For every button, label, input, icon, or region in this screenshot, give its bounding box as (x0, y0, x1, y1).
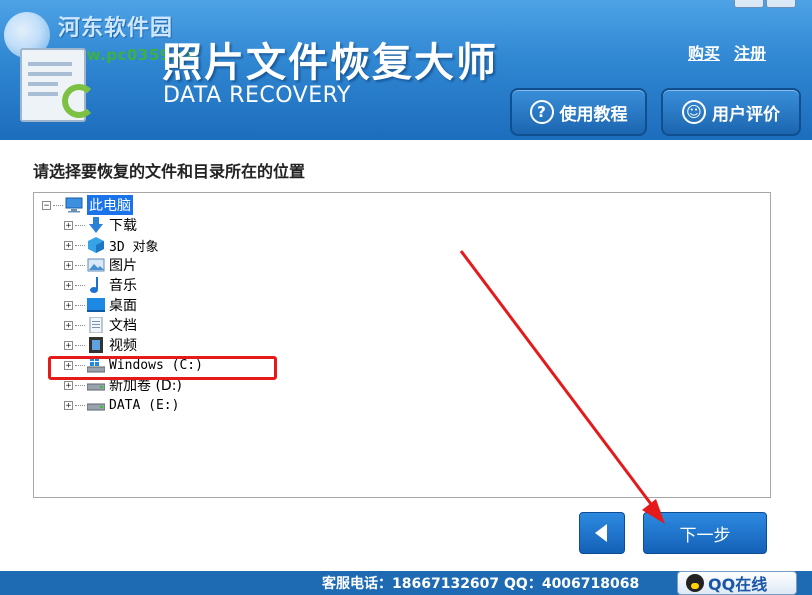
annotation-highlight-box (48, 356, 277, 380)
collapse-toggle[interactable]: − (42, 200, 51, 210)
drive-icon (86, 397, 106, 413)
tutorial-button[interactable]: ? 使用教程 (510, 88, 647, 136)
tree-item-desktop[interactable]: + 桌面 (64, 295, 137, 315)
app-title: 照片文件恢复大师 (162, 40, 498, 86)
footer-bar: 客服电话：18667132607 QQ：4006718068 QQ在线 (0, 571, 812, 595)
tree-item-data-e-drive[interactable]: + DATA (E:) (64, 395, 179, 415)
user-review-button[interactable]: ☺ 用户评价 (661, 88, 801, 136)
expand-toggle[interactable]: + (64, 300, 73, 310)
tree-item-label: 音乐 (109, 278, 137, 294)
register-link[interactable]: 注册 (734, 44, 766, 63)
document-icon (87, 316, 105, 334)
tree-item-label: 下载 (109, 218, 137, 234)
computer-icon (65, 197, 83, 213)
tree-item-label: DATA (E:) (109, 397, 180, 413)
qq-online-label: QQ在线 (708, 575, 768, 594)
tree-item-label: 文档 (109, 318, 137, 334)
tutorial-button-label: 使用教程 (559, 104, 628, 125)
expand-toggle[interactable]: + (64, 220, 73, 230)
expand-toggle[interactable]: + (64, 340, 73, 350)
app-subtitle: DATA RECOVERY (163, 83, 351, 108)
tree-item-3d-objects[interactable]: + 3D 对象 (64, 235, 158, 255)
next-step-button[interactable]: 下一步 (643, 512, 767, 554)
buy-link[interactable]: 购买 (688, 44, 720, 63)
minimize-button[interactable] (734, 0, 764, 8)
expand-toggle[interactable]: + (64, 400, 73, 410)
tree-item-label: 3D 对象 (109, 239, 159, 255)
video-icon (87, 337, 105, 353)
tree-item-label: 视频 (109, 338, 137, 354)
tree-item-videos[interactable]: + 视频 (64, 335, 137, 355)
tree-item-label: 图片 (109, 258, 137, 274)
header-links: 购买 注册 (688, 40, 780, 64)
download-arrow-icon (87, 217, 105, 233)
close-button[interactable] (766, 0, 796, 8)
expand-toggle[interactable]: + (64, 380, 73, 390)
expand-toggle[interactable]: + (64, 320, 73, 330)
tree-item-documents[interactable]: + 文档 (64, 315, 137, 335)
3d-objects-icon (87, 237, 105, 253)
tree-item-label: 桌面 (109, 298, 137, 314)
tree-item-pictures[interactable]: + 图片 (64, 255, 137, 275)
help-question-icon: ? (529, 100, 554, 124)
music-note-icon (87, 277, 105, 293)
qq-online-button[interactable]: QQ在线 (677, 571, 797, 595)
qq-penguin-icon (686, 574, 704, 592)
watermark-site-name: 河东软件园 (58, 16, 174, 41)
contact-info: 客服电话：18667132607 QQ：4006718068 (322, 576, 640, 592)
back-button[interactable] (579, 512, 625, 554)
user-review-button-label: 用户评价 (712, 104, 780, 125)
desktop-icon (87, 297, 105, 313)
directory-tree[interactable]: − 此电脑 + 下载 + 3D 对象 + 图片 + 音乐 + 桌面 + 文档 +… (33, 192, 771, 498)
expand-toggle[interactable]: + (64, 280, 73, 290)
expand-toggle[interactable]: + (64, 260, 73, 270)
tree-root-label: 此电脑 (87, 195, 133, 215)
back-arrow-icon (595, 524, 607, 542)
location-prompt: 请选择要恢复的文件和目录所在的位置 (33, 162, 306, 181)
pictures-icon (87, 257, 105, 273)
tree-item-music[interactable]: + 音乐 (64, 275, 137, 295)
tree-item-downloads[interactable]: + 下载 (64, 215, 137, 235)
app-photo-recovery-icon (20, 44, 98, 122)
tree-root-this-pc[interactable]: − 此电脑 (42, 195, 133, 215)
app-header: 河东软件园 www.pc0359.cn 照片文件恢复大师 DATA RECOVE… (0, 0, 812, 140)
expand-toggle[interactable]: + (64, 240, 73, 250)
review-smile-icon: ☺ (682, 100, 706, 124)
